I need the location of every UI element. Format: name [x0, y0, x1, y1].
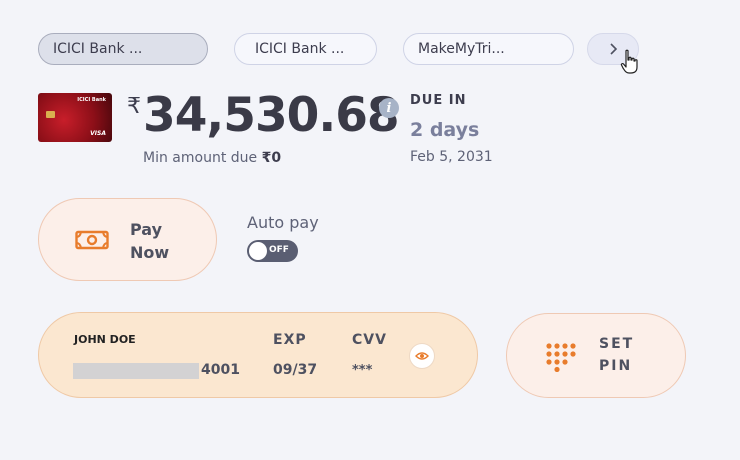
cvv-value: *** — [352, 363, 373, 378]
expiry-label: EXP — [273, 332, 307, 348]
hand-cursor-icon — [620, 49, 638, 74]
min-due-label: Min amount due — [143, 150, 258, 166]
due-date: Feb 5, 2031 — [410, 149, 493, 165]
tab-label: ICICI Bank ... — [53, 41, 143, 57]
due-in-days: 2 days — [410, 119, 480, 141]
credit-card-image: ICICI Bank VISA — [38, 93, 112, 142]
currency-symbol: ₹ — [127, 94, 141, 119]
cardholder-name: JOHN DOE — [74, 333, 136, 346]
toggle-state: OFF — [269, 245, 289, 255]
expiry-value: 09/37 — [273, 362, 318, 378]
tab-card-3[interactable]: MakeMyTri... — [403, 33, 574, 65]
keypad-icon — [546, 343, 576, 372]
pay-now-button[interactable]: Pay Now — [38, 198, 217, 281]
reveal-details-button[interactable] — [409, 343, 435, 369]
amount-value: 34,530.68 — [143, 88, 400, 143]
card-tabs: ICICI Bank ... ICICI Bank ... MakeMyTri.… — [38, 33, 574, 65]
set-pin-button[interactable]: SET PIN — [506, 313, 686, 398]
toggle-knob — [249, 242, 267, 260]
outstanding-amount: ₹ 34,530.68 — [127, 88, 400, 143]
autopay-toggle[interactable]: OFF — [247, 240, 298, 262]
cash-icon — [75, 230, 109, 250]
card-chip — [46, 111, 55, 118]
eye-icon — [415, 352, 429, 360]
tab-card-1[interactable]: ICICI Bank ... — [38, 33, 208, 65]
bank-logo: ICICI Bank — [77, 97, 106, 103]
info-icon[interactable]: i — [379, 98, 399, 118]
due-in-label: DUE IN — [410, 93, 467, 108]
card-details-panel: JOHN DOE 4001 EXP 09/37 CVV *** — [38, 312, 478, 398]
visa-logo: VISA — [90, 130, 106, 137]
card-last-four: 4001 — [201, 362, 240, 378]
cvv-label: CVV — [352, 332, 387, 348]
min-due-value: ₹0 — [261, 150, 282, 166]
min-amount-due: Min amount due ₹0 — [143, 150, 281, 166]
autopay-label: Auto pay — [247, 213, 319, 232]
tab-label: MakeMyTri... — [418, 41, 505, 57]
tab-card-2[interactable]: ICICI Bank ... — [234, 33, 377, 65]
chevron-right-icon — [610, 43, 618, 55]
tab-label: ICICI Bank ... — [255, 41, 345, 57]
set-pin-label: SET PIN — [599, 336, 635, 374]
pay-now-label: Pay Now — [130, 220, 170, 262]
masked-card-number — [73, 363, 199, 379]
